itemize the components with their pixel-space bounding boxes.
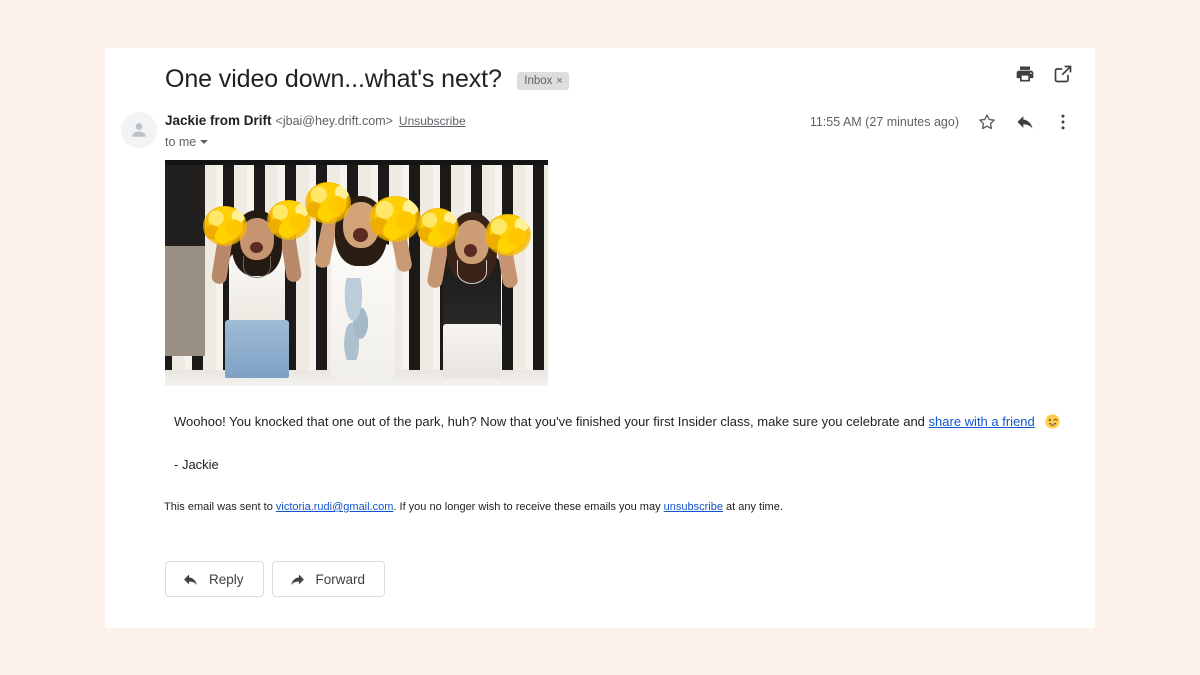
person-middle <box>305 160 425 378</box>
sender-block: Jackie from Drift <jbai@hey.drift.com> Uns… <box>165 112 466 150</box>
subject-row: One video down...what's next? Inbox × <box>165 62 1067 106</box>
open-in-new-icon[interactable] <box>1053 64 1073 84</box>
timestamp: 11:55 AM (27 minutes ago) <box>809 115 959 129</box>
label-chip-inbox[interactable]: Inbox × <box>517 72 569 90</box>
email-hero-image <box>165 160 548 386</box>
footer-text-before: This email was sent to <box>164 501 276 513</box>
action-buttons: Reply Forward <box>165 561 1071 597</box>
pom-pom <box>203 206 247 246</box>
pom-pom <box>417 208 459 248</box>
pom-pom <box>305 182 351 224</box>
person-middle-mouth <box>353 228 368 242</box>
header-actions <box>1015 64 1073 84</box>
forward-button[interactable]: Forward <box>271 561 386 597</box>
message-text-before-link: Woohoo! You knocked that one out of the … <box>174 414 929 429</box>
reply-button[interactable]: Reply <box>165 561 264 597</box>
person-right-necklace <box>457 260 487 284</box>
email-body: Woohoo! You knocked that one out of the … <box>164 160 1071 597</box>
winking-face-icon <box>1044 413 1061 430</box>
message-meta: 11:55 AM (27 minutes ago) <box>810 112 1073 132</box>
reply-icon[interactable] <box>1015 112 1035 132</box>
person-left-mouth <box>250 242 263 253</box>
recipient-label: to me <box>165 135 197 149</box>
print-icon[interactable] <box>1015 64 1035 84</box>
share-with-a-friend-link[interactable]: share with a friend <box>929 414 1035 429</box>
person-right <box>415 160 533 378</box>
forward-button-label: Forward <box>315 571 366 587</box>
unsubscribe-link[interactable]: Unsubscribe <box>399 114 466 128</box>
pom-pom <box>485 214 531 256</box>
footer-text-after: at any time. <box>722 501 783 513</box>
person-left <box>203 160 313 378</box>
signature: - Jackie <box>174 457 219 472</box>
email-card: One video down...what's next? Inbox × Ja… <box>105 48 1095 628</box>
label-chip-text: Inbox <box>524 75 553 87</box>
reply-arrow-icon <box>182 571 199 588</box>
person-right-mouth <box>464 244 477 257</box>
dark-wall-panel <box>165 160 205 246</box>
person-right-head <box>455 220 489 264</box>
forward-arrow-icon <box>289 571 306 588</box>
sender-email: <jbai@hey.drift.com> <box>275 114 393 128</box>
person-middle-dress-print <box>339 278 375 360</box>
star-icon[interactable] <box>977 112 997 132</box>
pom-pom <box>369 196 421 242</box>
recipient-email-link[interactable]: victoria.rudi@gmail.com <box>276 501 394 513</box>
page-title: One video down...what's next? <box>165 65 502 93</box>
person-left-necklace <box>243 256 271 278</box>
sender-line: Jackie from Drift <jbai@hey.drift.com> Uns… <box>165 112 466 130</box>
avatar <box>121 112 157 148</box>
chevron-down-icon[interactable] <box>200 139 209 144</box>
recipient-row[interactable]: to me <box>165 134 466 150</box>
message-paragraph: Woohoo! You knocked that one out of the … <box>165 412 1071 431</box>
footer-text-middle: . If you no longer wish to receive these… <box>393 501 664 513</box>
sender-name: Jackie from Drift <box>165 113 272 128</box>
close-icon[interactable]: × <box>556 75 562 87</box>
more-options-icon[interactable] <box>1053 112 1073 132</box>
email-viewer-page: One video down...what's next? Inbox × Ja… <box>0 0 1200 675</box>
wall-panel-lower <box>165 246 205 356</box>
reply-button-label: Reply <box>209 571 244 587</box>
person-right-pants <box>443 324 501 378</box>
footer-unsubscribe-link[interactable]: unsubscribe <box>664 501 723 513</box>
person-left-skirt <box>225 320 289 378</box>
footer-legal-note: This email was sent to victoria.rudi@gma… <box>164 500 1071 515</box>
